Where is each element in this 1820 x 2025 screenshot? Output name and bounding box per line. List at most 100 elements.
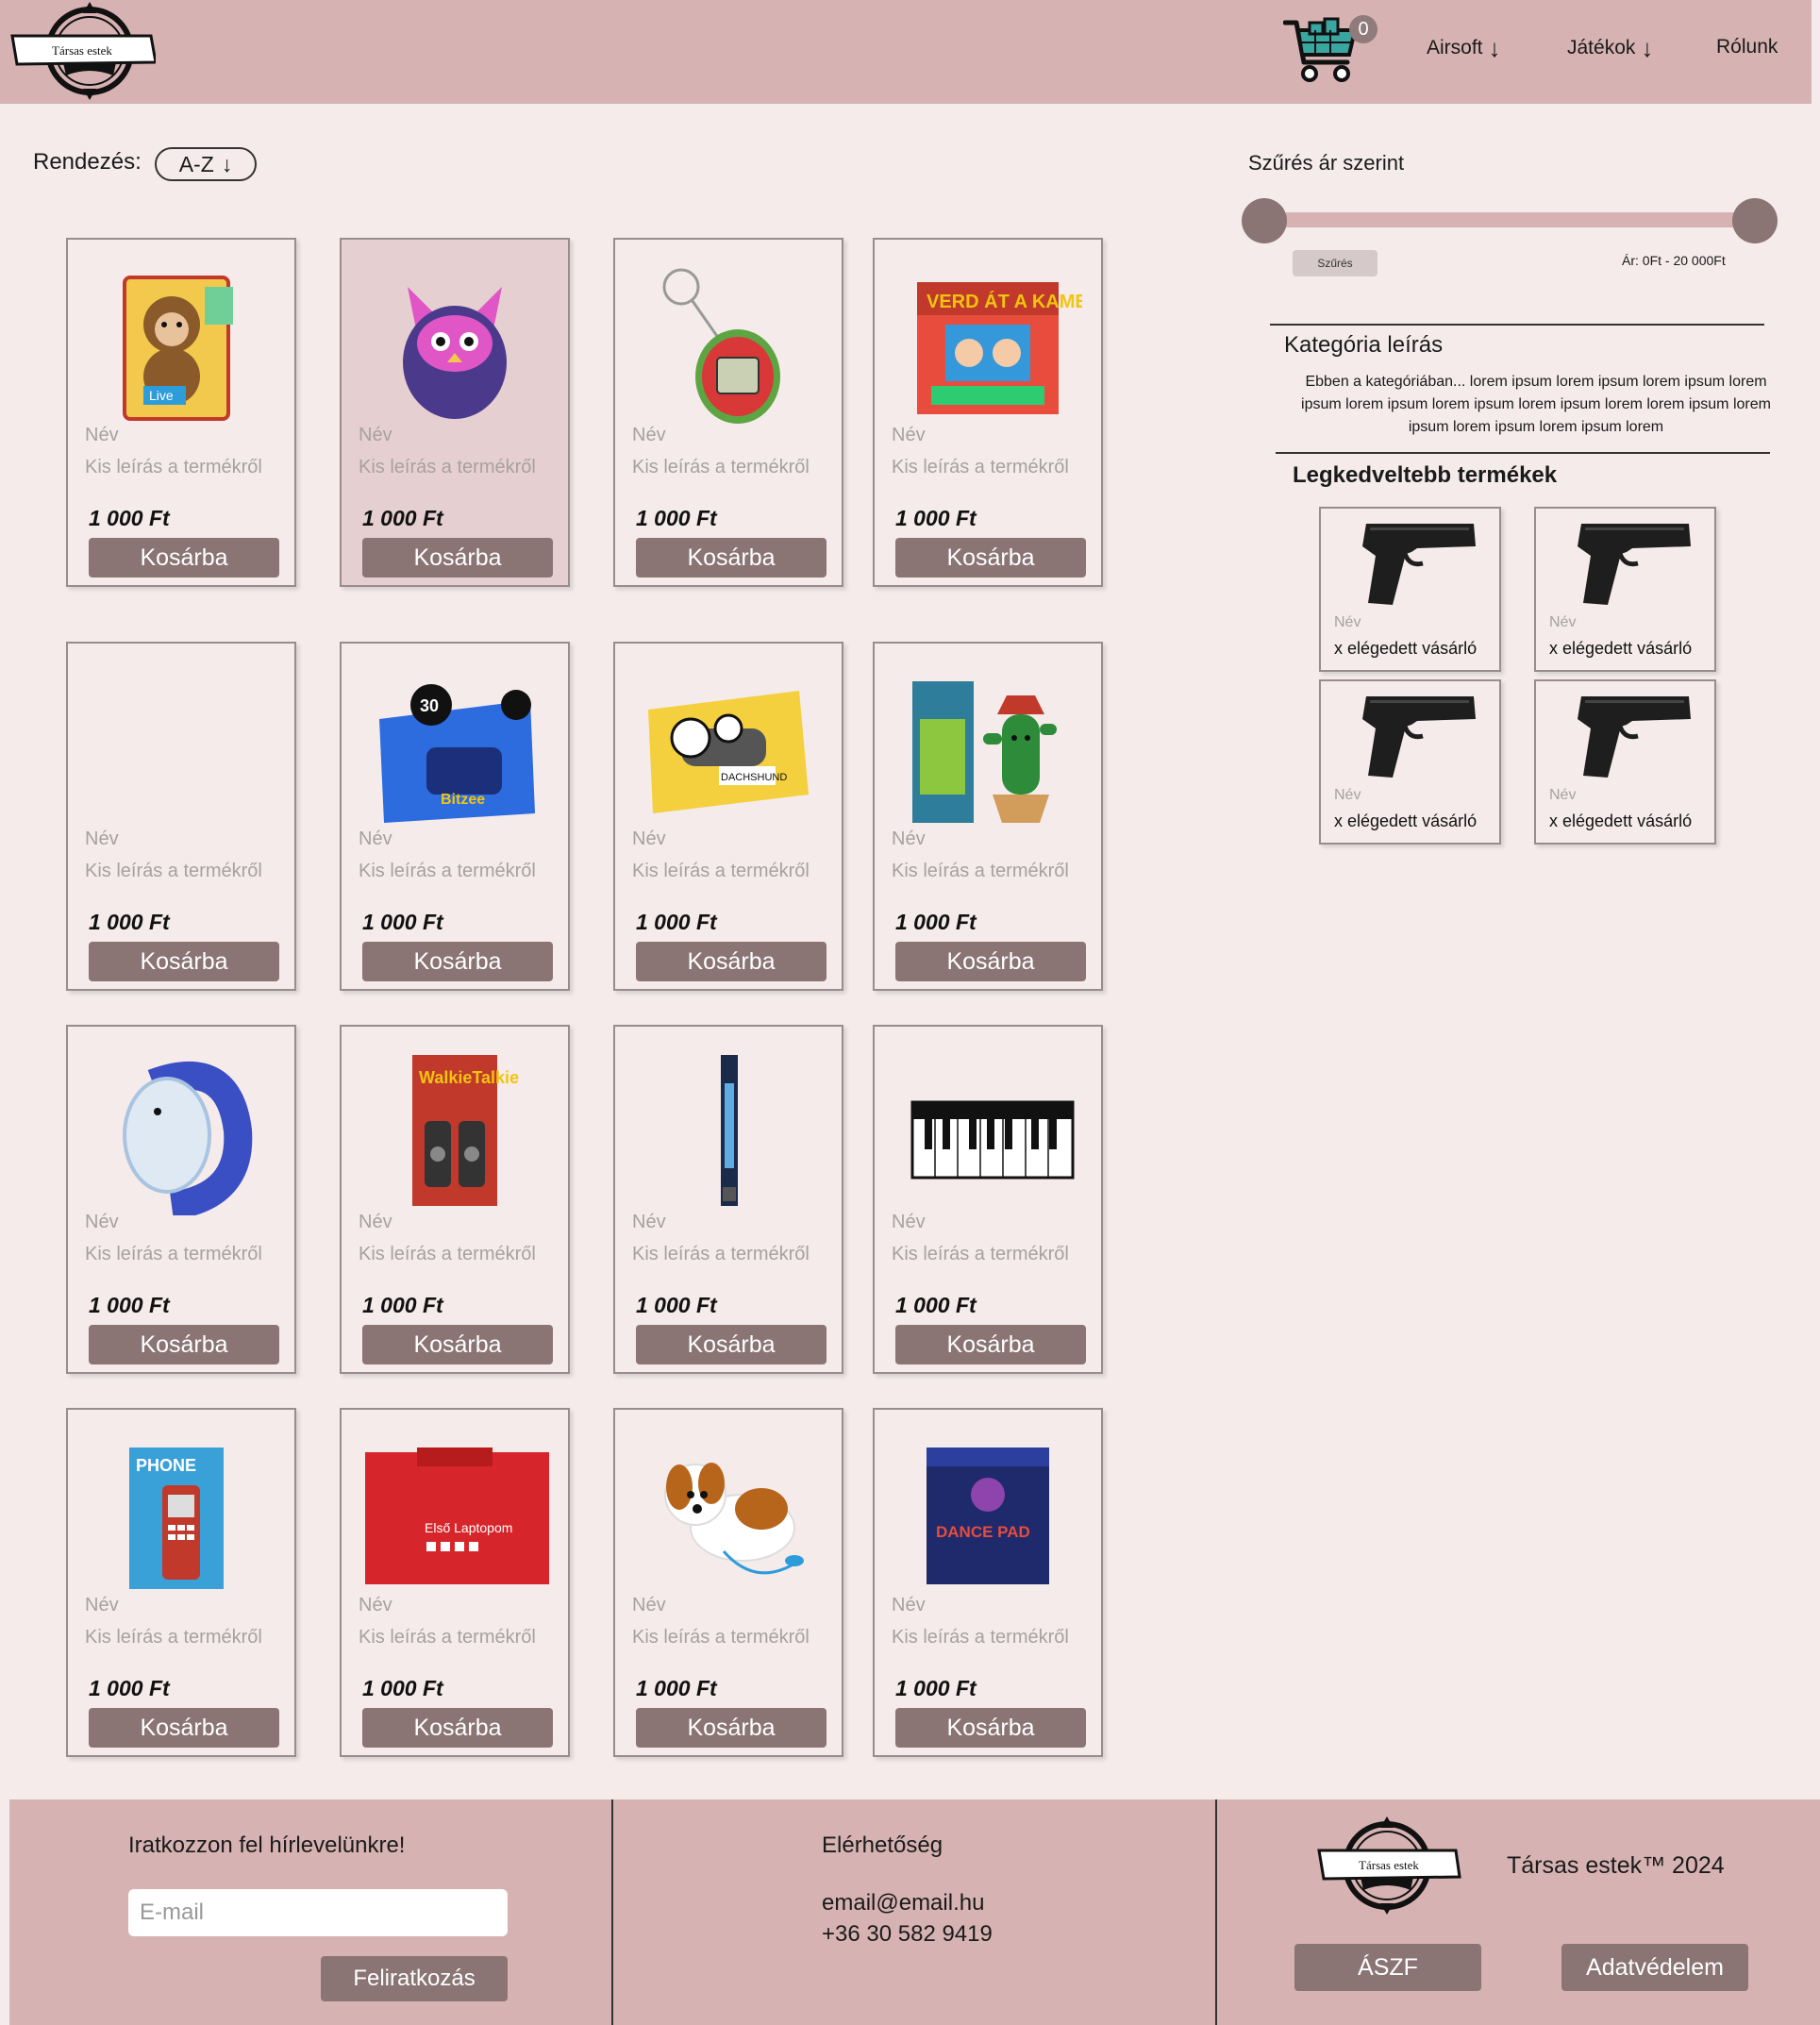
newsletter-email-input[interactable]: E-mail bbox=[128, 1889, 508, 1936]
product-card[interactable]: Név Kis leírás a termékről 1 000 Ft Kosárba bbox=[613, 238, 843, 587]
add-to-cart-button[interactable]: Kosárba bbox=[362, 1708, 553, 1748]
product-card[interactable]: DACHSHUND Név Kis leírás a termékről 1 000 … bbox=[613, 642, 843, 991]
product-card[interactable]: Név Kis leírás a termékről 1 000 Ft Kosárba bbox=[613, 1025, 843, 1374]
product-image[interactable]: Első Laptopom bbox=[360, 1429, 549, 1598]
aszf-button[interactable]: ÁSZF bbox=[1294, 1944, 1481, 1991]
price-slider-track[interactable] bbox=[1264, 212, 1755, 227]
product-description: Kis leírás a termékről bbox=[85, 457, 262, 477]
add-to-cart-button[interactable]: Kosárba bbox=[636, 1325, 827, 1364]
nav-airsoft[interactable]: Airsoft ↓ bbox=[1427, 36, 1501, 60]
price-slider-min-handle[interactable] bbox=[1242, 198, 1287, 243]
product-image[interactable] bbox=[360, 259, 549, 428]
contact-title: Elérhetőség bbox=[822, 1833, 943, 1858]
product-image[interactable]: DACHSHUND bbox=[634, 662, 823, 832]
add-to-cart-button[interactable]: Kosárba bbox=[636, 538, 827, 577]
product-image[interactable]: VERD ÁT A KAMERÁT bbox=[893, 259, 1082, 428]
add-to-cart-button[interactable]: Kosárba bbox=[895, 1708, 1086, 1748]
product-image[interactable] bbox=[893, 1046, 1082, 1215]
svg-text:Első Laptopom: Első Laptopom bbox=[425, 1520, 512, 1535]
add-to-cart-button[interactable]: Kosárba bbox=[362, 538, 553, 577]
product-description: Kis leírás a termékről bbox=[892, 457, 1069, 477]
product-name: Név bbox=[632, 425, 666, 445]
product-image[interactable] bbox=[87, 1046, 276, 1215]
contact-email[interactable]: email@email.hu bbox=[822, 1890, 984, 1916]
subscribe-button[interactable]: Feliratkozás bbox=[321, 1956, 508, 2001]
product-name: Név bbox=[1549, 614, 1577, 630]
arrow-down-icon: ↓ bbox=[221, 151, 233, 176]
nav-jatekok[interactable]: Játékok ↓ bbox=[1567, 36, 1653, 60]
category-title: Kategória leírás bbox=[1284, 332, 1444, 358]
product-price: 1 000 Ft bbox=[636, 910, 717, 934]
product-card[interactable]: Név Kis leírás a termékről 1 000 Ft Kosárba bbox=[613, 1408, 843, 1757]
product-card[interactable]: Live Név Kis leírás a termékről 1 000 Ft Kos… bbox=[66, 238, 296, 587]
product-image[interactable] bbox=[634, 259, 823, 428]
add-to-cart-button[interactable]: Kosárba bbox=[89, 1325, 279, 1364]
product-description: Kis leírás a termékről bbox=[359, 1244, 536, 1264]
product-card[interactable]: 30 Bitzee Név Kis leírás a termékről 1 000 F… bbox=[340, 642, 570, 991]
product-image[interactable] bbox=[634, 1429, 823, 1598]
popular-product-card[interactable]: Név x elégedett vásárló bbox=[1319, 507, 1501, 672]
satisfied-customers: x elégedett vásárló bbox=[1334, 639, 1478, 658]
product-image[interactable] bbox=[1349, 514, 1481, 609]
product-card[interactable]: PHONE Név Kis leírás a termékről 1 000 Ft Ko… bbox=[66, 1408, 296, 1757]
product-image[interactable]: 30 Bitzee bbox=[360, 662, 549, 832]
product-image[interactable] bbox=[1349, 687, 1481, 781]
product-description: Kis leírás a termékről bbox=[85, 1627, 262, 1648]
add-to-cart-button[interactable]: Kosárba bbox=[362, 942, 553, 981]
divider bbox=[1270, 324, 1764, 326]
product-card[interactable]: VERD ÁT A KAMERÁT Név Kis leírás a termékr… bbox=[873, 238, 1103, 587]
product-image[interactable] bbox=[1564, 514, 1696, 609]
svg-text:WalkieTalkie: WalkieTalkie bbox=[419, 1068, 519, 1087]
svg-text:Live: Live bbox=[149, 388, 174, 403]
product-description: Kis leírás a termékről bbox=[632, 861, 810, 881]
product-image[interactable]: WalkieTalkie bbox=[360, 1046, 549, 1215]
sort-value: A-Z bbox=[178, 151, 214, 176]
filter-button[interactable]: Szűrés bbox=[1293, 250, 1378, 276]
product-card[interactable]: Név Kis leírás a termékről 1 000 Ft Kosárba bbox=[340, 238, 570, 587]
nav-airsoft-label: Airsoft bbox=[1427, 37, 1483, 59]
add-to-cart-button[interactable]: Kosárba bbox=[89, 538, 279, 577]
product-price: 1 000 Ft bbox=[636, 1676, 717, 1700]
satisfied-customers: x elégedett vásárló bbox=[1549, 639, 1693, 658]
popular-product-card[interactable]: Név x elégedett vásárló bbox=[1534, 507, 1716, 672]
popular-product-card[interactable]: Név x elégedett vásárló bbox=[1534, 679, 1716, 845]
sort-dropdown[interactable]: A-Z ↓ bbox=[155, 147, 257, 181]
product-card[interactable]: Első Laptopom Név Kis leírás a termékről 1 … bbox=[340, 1408, 570, 1757]
add-to-cart-button[interactable]: Kosárba bbox=[89, 1708, 279, 1748]
product-name: Név bbox=[85, 1212, 119, 1232]
add-to-cart-button[interactable]: Kosárba bbox=[895, 1325, 1086, 1364]
satisfied-customers: x elégedett vásárló bbox=[1334, 812, 1478, 830]
popular-product-card[interactable]: Név x elégedett vásárló bbox=[1319, 679, 1501, 845]
cart-count-badge: 0 bbox=[1349, 15, 1378, 43]
product-image[interactable]: PHONE bbox=[87, 1429, 276, 1598]
contact-phone[interactable]: +36 30 582 9419 bbox=[822, 1921, 993, 1948]
product-description: Kis leírás a termékről bbox=[359, 1627, 536, 1648]
product-image[interactable] bbox=[893, 662, 1082, 832]
product-card[interactable]: Név Kis leírás a termékről 1 000 Ft Kosárba bbox=[66, 1025, 296, 1374]
site-logo[interactable]: Társas estek bbox=[9, 0, 158, 102]
privacy-button[interactable]: Adatvédelem bbox=[1561, 1944, 1748, 1991]
product-card[interactable]: WalkieTalkie Név Kis leírás a termékről 1 0… bbox=[340, 1025, 570, 1374]
product-name: Név bbox=[632, 828, 666, 849]
add-to-cart-button[interactable]: Kosárba bbox=[636, 1708, 827, 1748]
nav-rolunk[interactable]: Rólunk bbox=[1716, 36, 1778, 59]
product-price: 1 000 Ft bbox=[895, 910, 977, 934]
add-to-cart-button[interactable]: Kosárba bbox=[895, 942, 1086, 981]
product-image[interactable]: Live bbox=[87, 259, 276, 428]
product-description: Kis leírás a termékről bbox=[632, 457, 810, 477]
product-card[interactable]: Név Kis leírás a termékről 1 000 Ft Kosárba bbox=[873, 642, 1103, 991]
product-image[interactable]: DANCE PAD bbox=[893, 1429, 1082, 1598]
add-to-cart-button[interactable]: Kosárba bbox=[895, 538, 1086, 577]
add-to-cart-button[interactable]: Kosárba bbox=[89, 942, 279, 981]
product-image[interactable] bbox=[634, 1046, 823, 1215]
add-to-cart-button[interactable]: Kosárba bbox=[362, 1325, 553, 1364]
product-image[interactable] bbox=[87, 662, 276, 832]
product-image[interactable] bbox=[1564, 687, 1696, 781]
product-price: 1 000 Ft bbox=[362, 1676, 443, 1700]
add-to-cart-button[interactable]: Kosárba bbox=[636, 942, 827, 981]
product-card[interactable]: DANCE PAD Név Kis leírás a termékről 1 000 … bbox=[873, 1408, 1103, 1757]
product-card[interactable]: Név Kis leírás a termékről 1 000 Ft Kosárba bbox=[66, 642, 296, 991]
price-slider-max-handle[interactable] bbox=[1732, 198, 1778, 243]
product-card[interactable]: Név Kis leírás a termékről 1 000 Ft Kosárba bbox=[873, 1025, 1103, 1374]
product-name: Név bbox=[359, 1595, 392, 1615]
